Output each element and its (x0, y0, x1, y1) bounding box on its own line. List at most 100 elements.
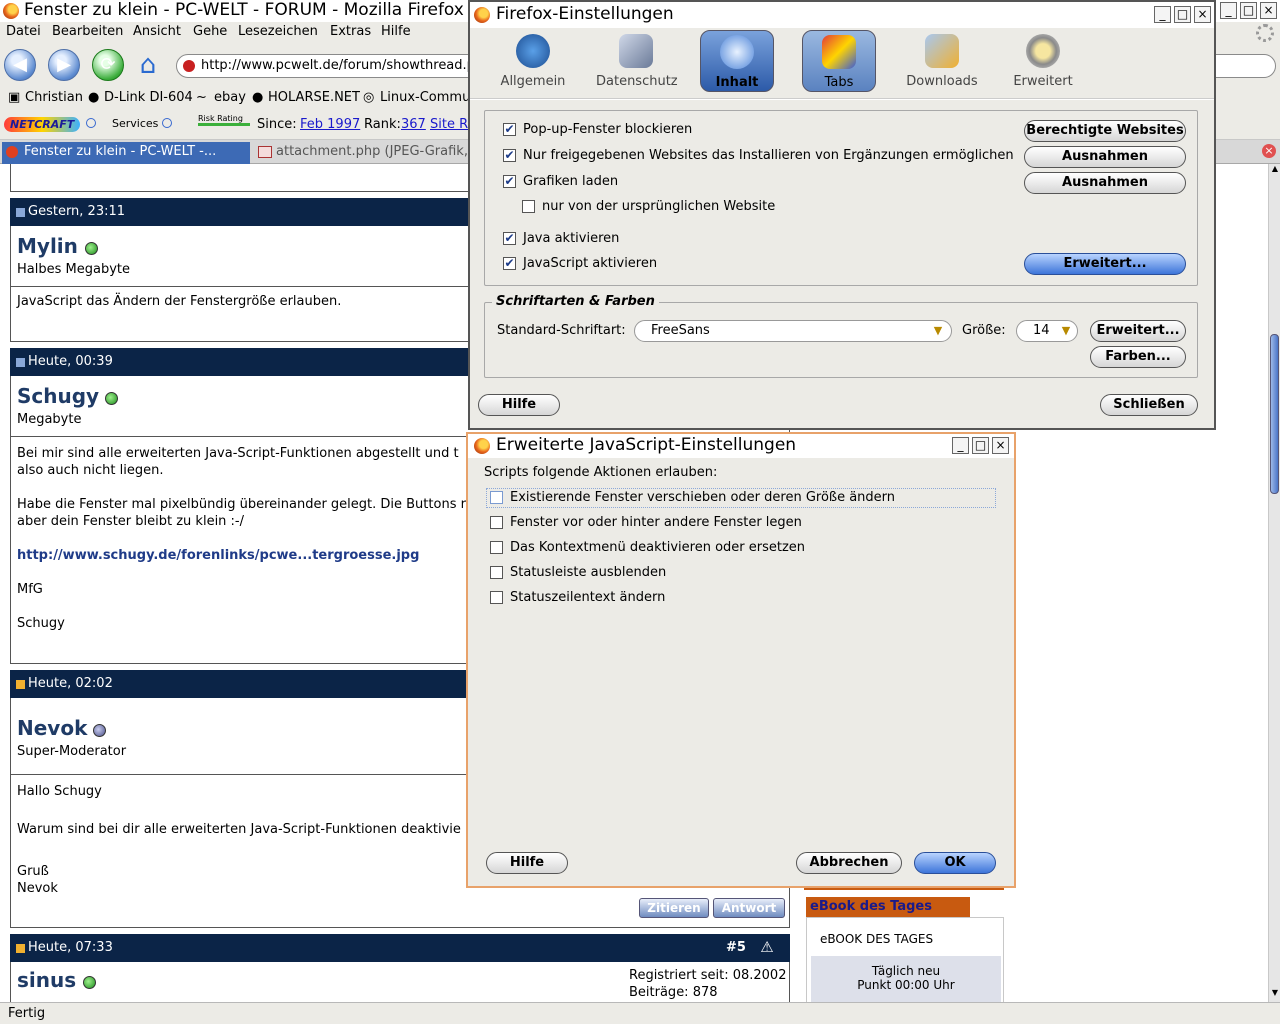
load-images-checkbox[interactable]: ✔ (503, 175, 516, 188)
status-text-checkbox[interactable] (490, 591, 503, 604)
username[interactable]: Mylin (17, 234, 78, 258)
post-text: JavaScript das Ändern der Fenstergröße e… (17, 294, 342, 309)
exceptions-button-images[interactable]: Ausnahmen (1024, 172, 1186, 194)
home-icon[interactable]: ⌂ (132, 49, 164, 81)
post-icon (16, 208, 25, 217)
addon-install-checkbox[interactable]: ✔ (503, 149, 516, 162)
default-font-select[interactable]: FreeSans ▼ (634, 320, 952, 342)
menu-extras[interactable]: Extras (330, 24, 371, 39)
category-datenschutz[interactable]: Datenschutz (596, 30, 678, 92)
category-separator (470, 98, 1214, 100)
post-date: Heute, 07:33 (28, 940, 113, 955)
js-cancel-button[interactable]: Abbrechen (796, 852, 902, 874)
hide-statusbar-checkbox[interactable] (490, 566, 503, 579)
ebook-title[interactable]: eBOOK DES TAGES (820, 932, 933, 946)
js-ok-button[interactable]: OK (914, 852, 996, 874)
category-erweitert[interactable]: Erweitert (1008, 30, 1078, 92)
netcraft-info-icon[interactable] (86, 118, 96, 128)
back-icon[interactable]: ◀ (4, 49, 36, 81)
reply-button[interactable]: Antwort (713, 898, 785, 918)
size-label: Größe: (962, 323, 1006, 338)
throbber-icon (1256, 24, 1274, 42)
menu-lesezeichen[interactable]: Lesezeichen (238, 24, 318, 39)
username[interactable]: Nevok (17, 716, 87, 740)
rank-label: Rank: (364, 117, 401, 132)
page-scrollbar[interactable]: ▲ ▼ (1268, 164, 1280, 1002)
close-icon[interactable]: × (1194, 6, 1211, 23)
js-help-button[interactable]: Hilfe (486, 852, 568, 874)
allowed-sites-button[interactable]: Berechtigte Websites (1024, 120, 1186, 142)
quote-button[interactable]: Zitieren (639, 898, 709, 918)
online-status-icon (83, 976, 96, 989)
services-info-icon[interactable] (162, 118, 172, 128)
settings-close-button[interactable]: Schließen (1100, 394, 1198, 416)
rank-value[interactable]: 367 (401, 117, 426, 132)
reload-icon[interactable]: ⟳ (92, 49, 124, 81)
java-checkbox[interactable]: ✔ (503, 232, 516, 245)
fonts-advanced-button[interactable]: Erweitert... (1090, 320, 1186, 342)
tab-attachment[interactable]: attachment.php (JPEG-Grafik, ... (254, 142, 484, 164)
site-icon (183, 60, 195, 72)
category-allgemein[interactable]: Allgemein (498, 30, 568, 92)
context-menu-checkbox[interactable] (490, 541, 503, 554)
close-icon[interactable]: × (1260, 2, 1277, 19)
scroll-up-icon[interactable]: ▲ (1270, 164, 1280, 176)
js-dialog-titlebar: Erweiterte JavaScript-Einstellungen _ □ … (468, 434, 1014, 458)
bookmark-holarse[interactable]: HOLARSE.NET (268, 90, 360, 105)
maximize-icon[interactable]: □ (1240, 2, 1257, 19)
move-resize-label: Existierende Fenster verschieben oder de… (510, 490, 896, 505)
browser-title: Fenster zu klein - PC-WELT - FORUM - Moz… (24, 0, 464, 20)
post-header: Heute, 07:33 #5 ⚠ (10, 934, 790, 962)
content-icon (720, 35, 754, 69)
post-number[interactable]: #5 (726, 940, 746, 955)
scroll-down-icon[interactable]: ▼ (1270, 988, 1280, 1000)
netcraft-logo[interactable]: NETCRAFT (4, 117, 81, 132)
move-resize-checkbox[interactable] (490, 491, 503, 504)
forward-icon[interactable]: ▶ (48, 49, 80, 81)
font-size-select[interactable]: 14 ▼ (1016, 320, 1078, 342)
post-link[interactable]: http://www.schugy.de/forenlinks/pcwe...t… (17, 548, 419, 563)
privacy-icon (619, 34, 653, 68)
javascript-checkbox[interactable]: ✔ (503, 257, 516, 270)
url-text: http://www.pcwelt.de/forum/showthread.ph… (201, 58, 492, 73)
bookmark-dlink[interactable]: D-Link DI-604 (104, 90, 193, 105)
origin-only-checkbox[interactable] (522, 200, 535, 213)
javascript-advanced-button[interactable]: Erweitert... (1024, 253, 1186, 275)
minimize-icon[interactable]: _ (952, 437, 969, 454)
status-text: Fertig (8, 1006, 46, 1021)
bookmark-christian[interactable]: Christian (25, 90, 83, 105)
settings-help-button[interactable]: Hilfe (478, 394, 560, 416)
popup-block-checkbox[interactable]: ✔ (503, 123, 516, 136)
minimize-icon[interactable]: _ (1220, 2, 1237, 19)
colors-button[interactable]: Farben... (1090, 346, 1186, 368)
exceptions-button-addons[interactable]: Ausnahmen (1024, 146, 1186, 168)
maximize-icon[interactable]: □ (1174, 6, 1191, 23)
menu-hilfe[interactable]: Hilfe (381, 24, 411, 39)
post-icon (16, 358, 25, 367)
category-tabs[interactable]: Tabs (802, 30, 876, 92)
close-icon[interactable]: × (992, 437, 1009, 454)
category-inhalt[interactable]: Inhalt (700, 30, 774, 92)
close-tab-icon[interactable]: × (1262, 144, 1276, 158)
dropdown-arrow-icon: ▼ (933, 324, 943, 337)
scroll-thumb[interactable] (1270, 334, 1279, 494)
minimize-icon[interactable]: _ (1154, 6, 1171, 23)
username[interactable]: sinus (17, 968, 76, 992)
tab-forum[interactable]: Fenster zu klein - PC-WELT -... (2, 142, 250, 164)
maximize-icon[interactable]: □ (972, 437, 989, 454)
popup-block-label: Pop-up-Fenster blockieren (523, 122, 693, 137)
raise-lower-checkbox[interactable] (490, 516, 503, 529)
menu-ansicht[interactable]: Ansicht (133, 24, 181, 39)
default-font-value: FreeSans (651, 323, 710, 338)
bookmark-ebay[interactable]: ebay (214, 90, 246, 105)
menu-gehe[interactable]: Gehe (193, 24, 227, 39)
since-value[interactable]: Feb 1997 (300, 117, 360, 132)
menu-bearbeiten[interactable]: Bearbeiten (52, 24, 123, 39)
ebook-box: eBOOK DES TAGES Täglich neu Punkt 00:00 … (806, 917, 1004, 1002)
menu-datei[interactable]: Datei (6, 24, 41, 39)
category-downloads[interactable]: Downloads (904, 30, 980, 92)
report-icon[interactable]: ⚠ (758, 938, 776, 956)
netcraft-services[interactable]: Services (112, 117, 158, 130)
bookmark-christian-icon: ▣ (8, 90, 21, 105)
username[interactable]: Schugy (17, 384, 99, 408)
